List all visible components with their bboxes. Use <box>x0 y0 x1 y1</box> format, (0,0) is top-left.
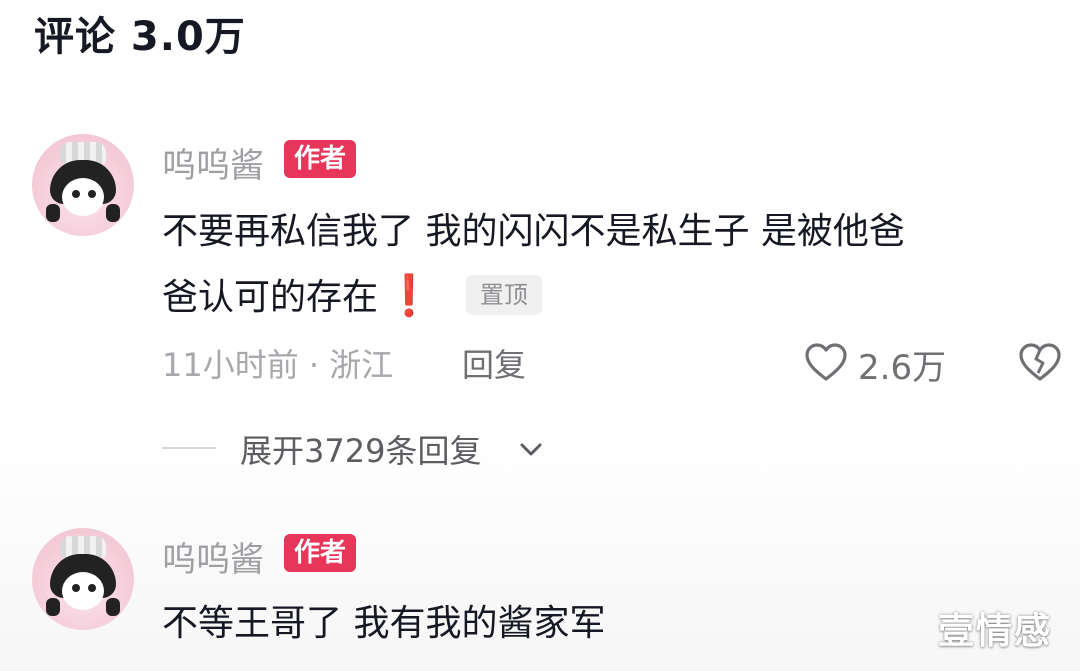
time-location: 11小时前 · 浙江 <box>162 346 394 384</box>
exclamation-emoji: ❗ <box>384 273 434 319</box>
comment-text-line: 爸认可的存在 <box>162 277 379 318</box>
username[interactable]: 呜呜酱 <box>162 138 264 187</box>
comment-text-line: 不要再私信我了 我的闪闪不是私生子 是被他爸 <box>162 211 905 252</box>
avatar-arm <box>46 204 60 222</box>
reply-button[interactable]: 回复 <box>462 340 526 386</box>
avatar-arm <box>106 204 120 222</box>
comment-text: 不等王哥了 我有我的酱家军 <box>162 592 1056 656</box>
avatar-face <box>62 572 104 610</box>
author-badge: 作者 <box>284 534 357 572</box>
avatar-eye <box>72 190 80 198</box>
avatar-arm <box>46 598 60 616</box>
divider <box>162 447 216 449</box>
expand-replies-label: 展开3729条回复 <box>240 432 482 470</box>
pinned-badge: 置顶 <box>465 275 542 315</box>
comment-meta-row: 11小时前 · 浙江 回复 2.6万 <box>162 340 1080 390</box>
avatar-arm <box>106 598 120 616</box>
comment-text-line: 不等王哥了 我有我的酱家军 <box>162 603 606 644</box>
like-count: 2.6万 <box>858 348 947 388</box>
avatar-eye <box>88 584 96 592</box>
comment-text-line-2: 爸认可的存在 ❗ 置顶 <box>162 264 1056 330</box>
avatar-eye <box>72 584 80 592</box>
comments-count-title: 评论 3.0万 <box>34 14 246 60</box>
avatar[interactable] <box>32 528 134 630</box>
watermark: 壹情感 <box>938 611 1053 652</box>
avatar-eye <box>88 190 96 198</box>
heart-outline-icon <box>805 343 847 381</box>
author-badge: 作者 <box>284 140 357 178</box>
username[interactable]: 呜呜酱 <box>162 532 264 581</box>
avatar-face <box>62 178 104 216</box>
comment-text: 不要再私信我了 我的闪闪不是私生子 是被他爸 爸认可的存在 ❗ 置顶 <box>162 200 1056 330</box>
chevron-down-icon <box>520 443 542 456</box>
broken-heart-icon[interactable] <box>1018 342 1062 382</box>
avatar[interactable] <box>32 134 134 236</box>
